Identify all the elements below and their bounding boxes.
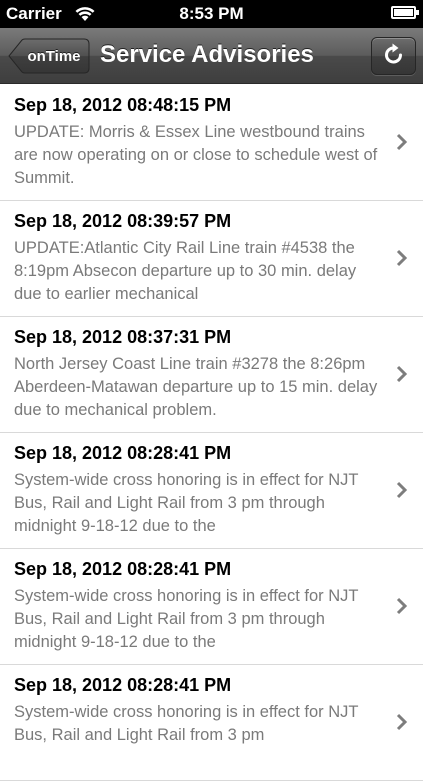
advisory-row[interactable]: Sep 18, 2012 08:37:31 PM North Jersey Co…	[0, 317, 423, 433]
advisory-date: Sep 18, 2012 08:37:31 PM	[14, 327, 232, 347]
page-title: Service Advisories	[100, 41, 314, 68]
chevron-right-icon	[396, 365, 408, 383]
advisory-date: Sep 18, 2012 08:39:57 PM	[14, 211, 232, 231]
advisory-date: Sep 18, 2012 08:28:41 PM	[14, 559, 232, 579]
back-button-label: onTime	[27, 47, 81, 65]
advisory-date: Sep 18, 2012 08:48:15 PM	[14, 95, 232, 115]
advisory-text: System-wide cross honoring is in effect …	[14, 587, 359, 651]
advisory-row[interactable]: Sep 18, 2012 08:28:41 PM System-wide cro…	[0, 665, 423, 781]
back-button[interactable]: onTime	[8, 38, 90, 74]
advisory-text: UPDATE:Atlantic City Rail Line train #45…	[14, 239, 357, 303]
advisory-text: UPDATE: Morris & Essex Line westbound tr…	[14, 123, 378, 187]
battery-icon	[391, 6, 419, 19]
advisory-row[interactable]: Sep 18, 2012 08:39:57 PM UPDATE:Atlantic…	[0, 201, 423, 317]
refresh-button[interactable]	[371, 37, 416, 75]
advisory-text: North Jersey Coast Line train #3278 the …	[14, 355, 378, 419]
refresh-icon	[383, 42, 405, 71]
chevron-right-icon	[396, 133, 408, 151]
advisory-text: System-wide cross honoring is in effect …	[14, 703, 359, 744]
advisory-date: Sep 18, 2012 08:28:41 PM	[14, 675, 232, 695]
chevron-right-icon	[396, 249, 408, 267]
advisory-row[interactable]: Sep 18, 2012 08:28:41 PM System-wide cro…	[0, 549, 423, 665]
advisory-text: System-wide cross honoring is in effect …	[14, 471, 359, 535]
advisory-date: Sep 18, 2012 08:28:41 PM	[14, 443, 232, 463]
chevron-right-icon	[396, 481, 408, 499]
clock: 8:53 PM	[179, 4, 244, 23]
status-bar: Carrier 8:53 PM	[0, 0, 423, 28]
chevron-right-icon	[396, 597, 408, 615]
advisory-list: Sep 18, 2012 08:48:15 PM UPDATE: Morris …	[0, 85, 423, 781]
advisory-row[interactable]: Sep 18, 2012 08:28:41 PM System-wide cro…	[0, 433, 423, 549]
chevron-right-icon	[396, 713, 408, 731]
advisory-row[interactable]: Sep 18, 2012 08:48:15 PM UPDATE: Morris …	[0, 85, 423, 201]
navigation-bar: onTime Service Advisories	[0, 28, 423, 84]
